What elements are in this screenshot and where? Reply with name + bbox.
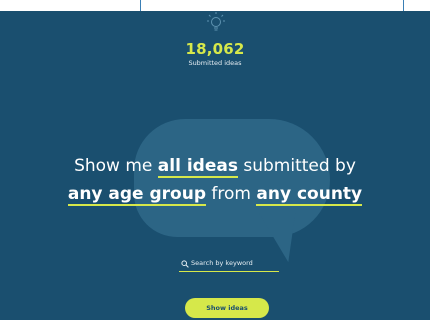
sentence-text: Show me [74, 156, 158, 176]
age-group-filter-dropdown[interactable]: any age group [67, 184, 207, 206]
frame-edge-right [403, 0, 404, 11]
sentence-text: submitted by [237, 156, 356, 176]
show-ideas-button[interactable]: Show ideas [185, 298, 269, 318]
county-filter-dropdown[interactable]: any county [256, 184, 363, 206]
ideas-panel: 18,062 Submitted ideas Show me all ideas… [0, 11, 430, 320]
top-strip [0, 0, 430, 11]
speech-bubble-tail [253, 198, 307, 266]
search-placeholder: Search by keyword [191, 259, 253, 267]
ideas-count-label: Submitted ideas [188, 59, 242, 67]
sentence-text: from [206, 184, 257, 204]
lightbulb-icon [207, 12, 225, 31]
search-icon [181, 260, 189, 268]
filter-sentence-line-2: any age group from any county [0, 180, 430, 208]
ideas-count: 18,062 [185, 40, 245, 58]
search-input[interactable]: Search by keyword [179, 258, 279, 272]
filter-sentence-line-1: Show me all ideas submitted by [0, 152, 430, 180]
frame-edge-left [140, 0, 141, 11]
filter-sentence: Show me all ideas submitted by any age g… [0, 152, 430, 208]
ideas-filter-dropdown[interactable]: all ideas [157, 156, 238, 178]
